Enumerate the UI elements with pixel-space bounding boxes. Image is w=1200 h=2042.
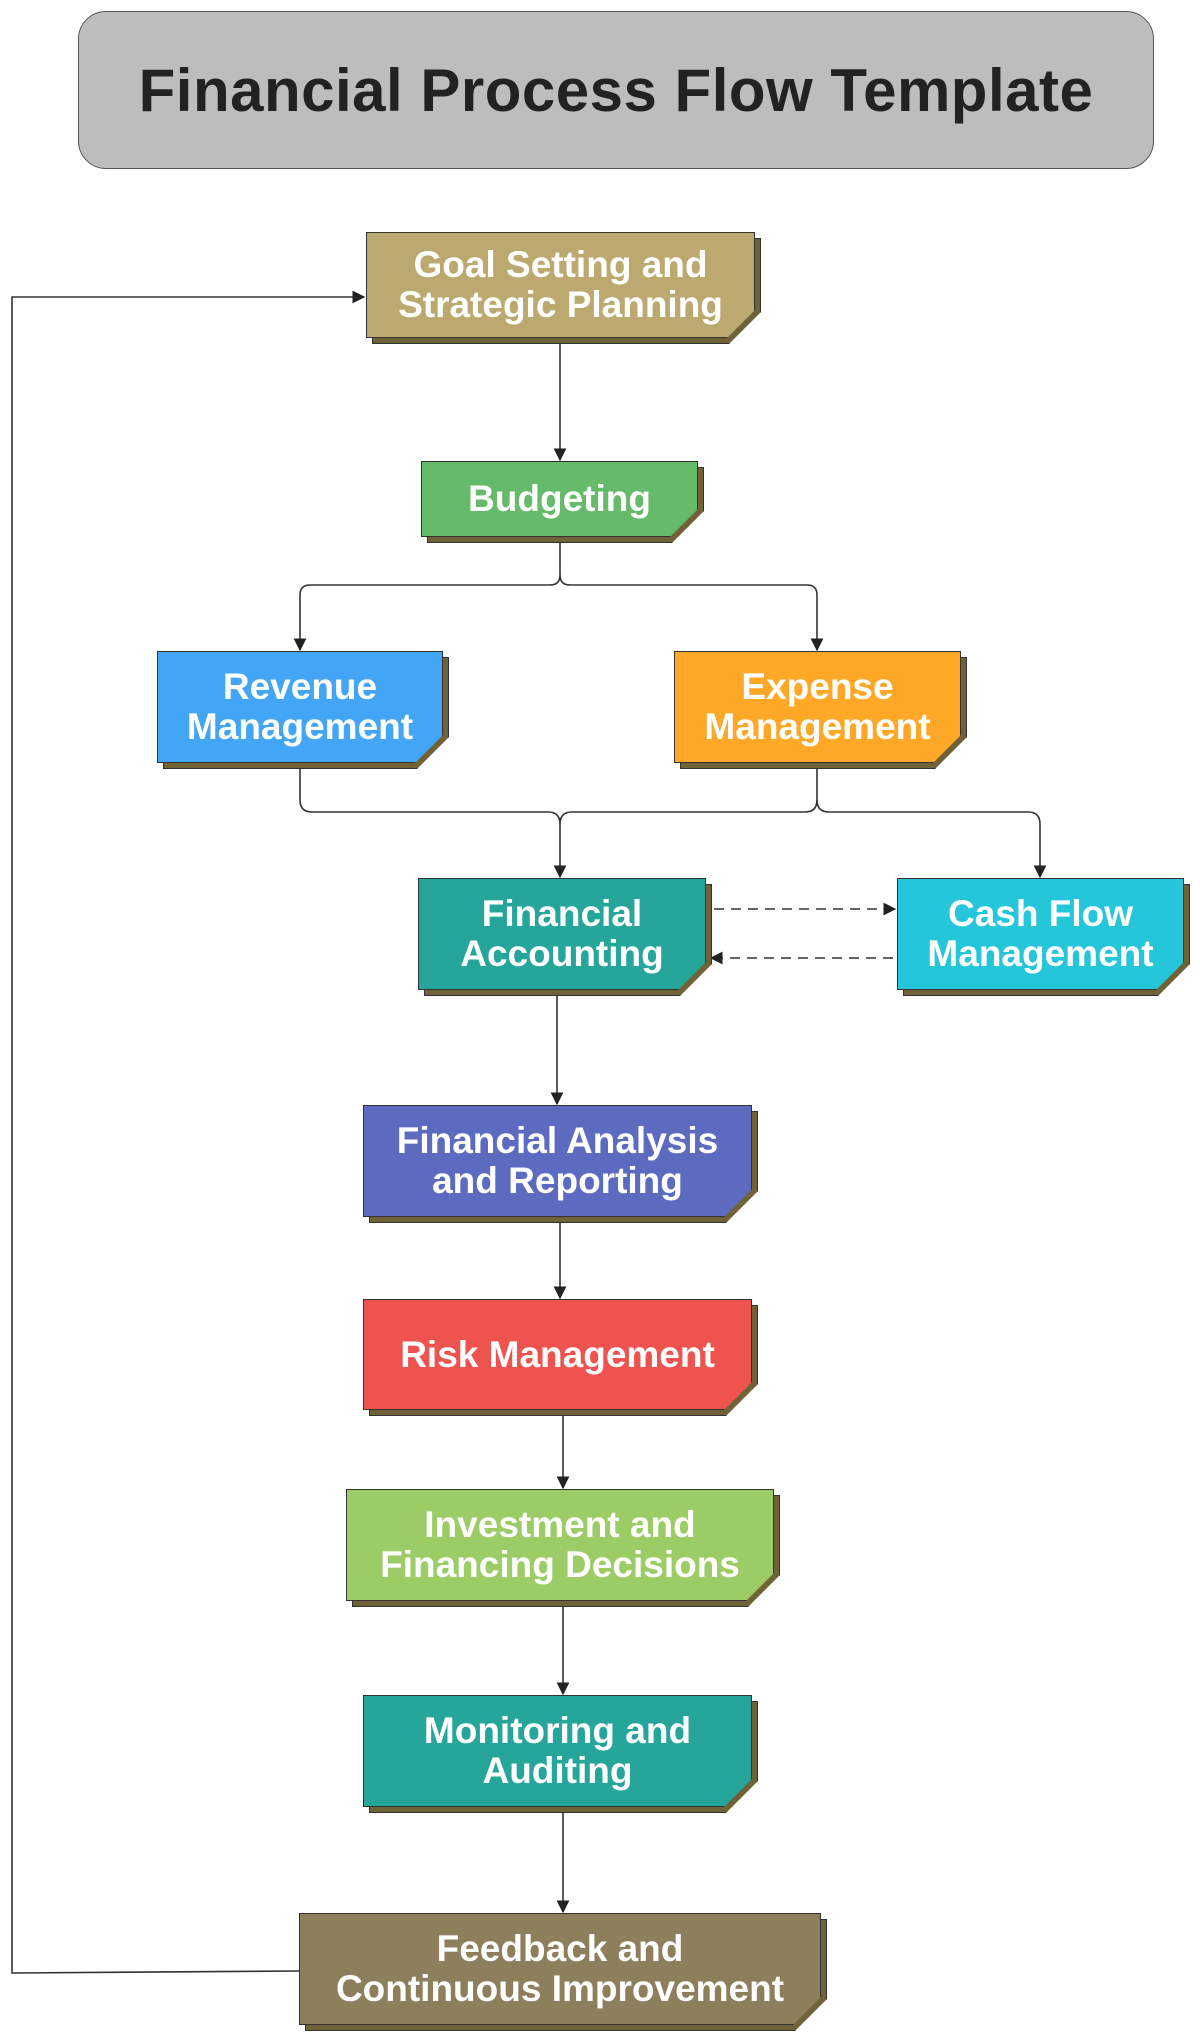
node-label: Cash Flow Management — [927, 893, 1154, 974]
node-goal-setting[interactable]: Goal Setting and Strategic Planning — [366, 232, 755, 338]
node-financial-analysis[interactable]: Financial Analysis and Reporting — [363, 1105, 752, 1217]
edge-expense-accounting — [559, 769, 818, 825]
edge-expense-cashflow — [816, 799, 1047, 879]
node-face: Financial Accounting — [418, 878, 706, 990]
node-face: Expense Management — [674, 651, 961, 763]
node-face: Investment and Financing Decisions — [346, 1489, 774, 1601]
node-label: Goal Setting and Strategic Planning — [398, 244, 723, 325]
node-face: Budgeting — [421, 461, 698, 537]
node-budgeting[interactable]: Budgeting — [421, 461, 698, 537]
node-expense-management[interactable]: Expense Management — [674, 651, 961, 763]
node-financial-accounting[interactable]: Financial Accounting — [418, 878, 706, 990]
node-label: Monitoring and Auditing — [423, 1710, 692, 1791]
node-face: Cash Flow Management — [897, 878, 1184, 990]
node-label: Expense Management — [704, 666, 931, 747]
edge-budget-expense — [559, 574, 824, 652]
node-risk-management[interactable]: Risk Management — [363, 1299, 752, 1410]
node-label: Revenue Management — [186, 666, 414, 747]
edge-revenue-accounting — [299, 769, 567, 879]
node-label: Financial Analysis and Reporting — [396, 1120, 719, 1201]
node-label: Financial Accounting — [460, 893, 664, 974]
node-face: Risk Management — [363, 1299, 752, 1410]
node-label: Risk Management — [400, 1333, 715, 1375]
node-face: Financial Analysis and Reporting — [363, 1105, 752, 1217]
node-label: Investment and Financing Decisions — [380, 1504, 740, 1585]
node-cash-flow-management[interactable]: Cash Flow Management — [897, 878, 1184, 990]
node-monitoring-auditing[interactable]: Monitoring and Auditing — [363, 1695, 752, 1807]
node-face: Goal Setting and Strategic Planning — [366, 232, 755, 338]
node-face: Revenue Management — [157, 651, 443, 763]
node-label: Budgeting — [468, 478, 651, 519]
node-face: Feedback and Continuous Improvement — [299, 1913, 821, 2025]
node-investment-financing[interactable]: Investment and Financing Decisions — [346, 1489, 774, 1601]
node-face: Monitoring and Auditing — [363, 1695, 752, 1807]
edge-budget-revenue — [293, 543, 561, 652]
node-revenue-management[interactable]: Revenue Management — [157, 651, 443, 763]
node-feedback-improvement[interactable]: Feedback and Continuous Improvement — [299, 1913, 821, 2025]
node-label: Feedback and Continuous Improvement — [335, 1928, 785, 2009]
edge-feedback-goal — [11, 290, 366, 1974]
